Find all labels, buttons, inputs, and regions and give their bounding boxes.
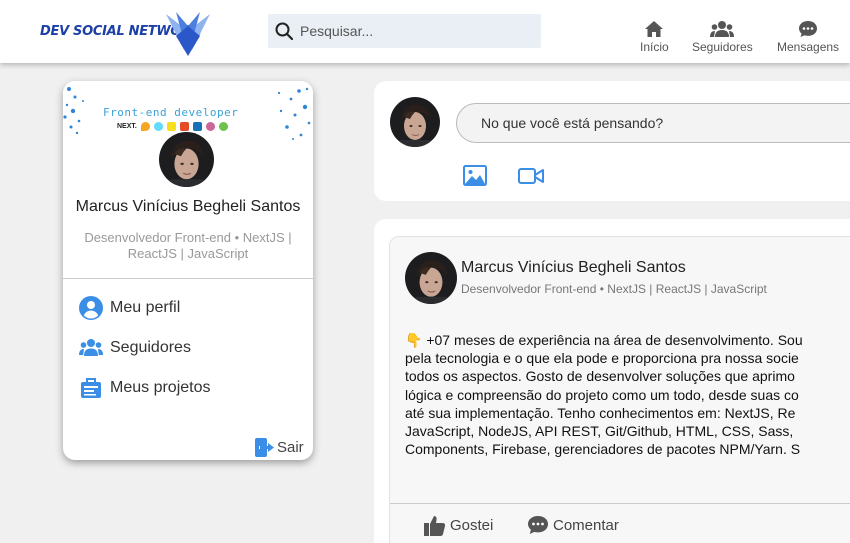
- projects-icon: [81, 378, 101, 398]
- like-button[interactable]: Gostei: [424, 514, 493, 536]
- nav-mensagens-label: Mensagens: [777, 40, 840, 54]
- post-author-name[interactable]: Marcus Vinícius Begheli Santos: [461, 259, 686, 277]
- comment-button[interactable]: Comentar: [527, 514, 619, 536]
- like-label: Gostei: [450, 516, 494, 534]
- profile-role: Desenvolvedor Front-end • NextJS | React…: [84, 230, 292, 261]
- menu-seguidores-label: Seguidores: [110, 339, 191, 356]
- user-circle-icon: [79, 296, 103, 320]
- users-icon: [79, 339, 103, 356]
- banner-tech-icons: NEXT.: [117, 122, 228, 131]
- profile-avatar[interactable]: [159, 132, 214, 187]
- post-line: Components, Firebase, gerenciadores de p…: [405, 441, 801, 458]
- menu-meu-perfil[interactable]: Meu perfil: [79, 296, 180, 320]
- search-icon[interactable]: [275, 22, 293, 40]
- post-divider: [390, 503, 850, 504]
- post-line: +07 meses de experiência na área de dese…: [426, 332, 803, 348]
- menu-meus-projetos[interactable]: Meus projetos: [79, 376, 211, 400]
- users-icon: [710, 21, 735, 37]
- banner-title: Front-end developer: [103, 106, 239, 119]
- logout-label: Sair: [277, 439, 304, 456]
- post-body: 👇 +07 meses de experiência na área de de…: [405, 331, 850, 458]
- javascript-icon: [166, 122, 176, 131]
- menu-meus-projetos-label: Meus projetos: [110, 379, 211, 396]
- post-line: JavaScript, NodeJS, API REST, Git/Github…: [405, 423, 794, 440]
- image-icon[interactable]: [463, 165, 489, 187]
- search-input[interactable]: [300, 14, 536, 48]
- post-composer: [374, 81, 850, 201]
- logout-icon: [255, 438, 274, 457]
- react-icon: [153, 122, 163, 131]
- post-author-role: Desenvolvedor Front-end • NextJS | React…: [461, 282, 767, 296]
- post-line: lógica e compreensão do projeto como um …: [405, 386, 799, 403]
- css3-icon: [192, 122, 202, 131]
- post-author-avatar[interactable]: [405, 252, 457, 304]
- nodejs-icon: [218, 122, 228, 131]
- comment-icon: [528, 516, 548, 534]
- post-line: pela tecnologia e o que ela pode e propo…: [405, 350, 799, 367]
- logout-button[interactable]: Sair: [255, 438, 304, 457]
- post-line: todos os aspectos. Gosto de desenvolver …: [405, 368, 795, 385]
- thumbs-up-icon: [424, 516, 446, 536]
- top-header: DEV SOCIAL NETWORK Início Seguidores: [0, 0, 850, 63]
- composer-avatar[interactable]: [390, 97, 440, 147]
- feed-post: Marcus Vinícius Begheli Santos Desenvolv…: [389, 236, 850, 543]
- html5-icon: [179, 122, 189, 131]
- firebase-icon: [140, 122, 150, 131]
- post-line: até sua implementação. Tenho conheciment…: [405, 404, 796, 421]
- chat-icon: [799, 21, 818, 37]
- home-icon: [645, 21, 664, 37]
- composer-input[interactable]: [456, 103, 850, 143]
- nav-inicio[interactable]: Início: [640, 20, 669, 54]
- profile-card: Front-end developer NEXT. Marcus Viníciu…: [63, 81, 313, 460]
- nav-seguidores[interactable]: Seguidores: [692, 20, 753, 54]
- menu-meu-perfil-label: Meu perfil: [110, 299, 181, 316]
- nav-seguidores-label: Seguidores: [692, 40, 753, 54]
- nav-mensagens[interactable]: Mensagens: [777, 20, 839, 54]
- nextjs-badge: NEXT.: [117, 123, 137, 130]
- profile-name: Marcus Vinícius Begheli Santos: [75, 198, 301, 215]
- comment-label: Comentar: [553, 516, 619, 534]
- logo-icon[interactable]: [162, 10, 214, 58]
- nav-inicio-label: Início: [640, 40, 669, 54]
- video-icon[interactable]: [518, 165, 544, 187]
- search-bar: [268, 14, 541, 48]
- sass-icon: [205, 122, 215, 131]
- pointing-down-emoji: 👇: [405, 332, 423, 348]
- menu-seguidores[interactable]: Seguidores: [79, 336, 191, 360]
- divider: [63, 278, 313, 279]
